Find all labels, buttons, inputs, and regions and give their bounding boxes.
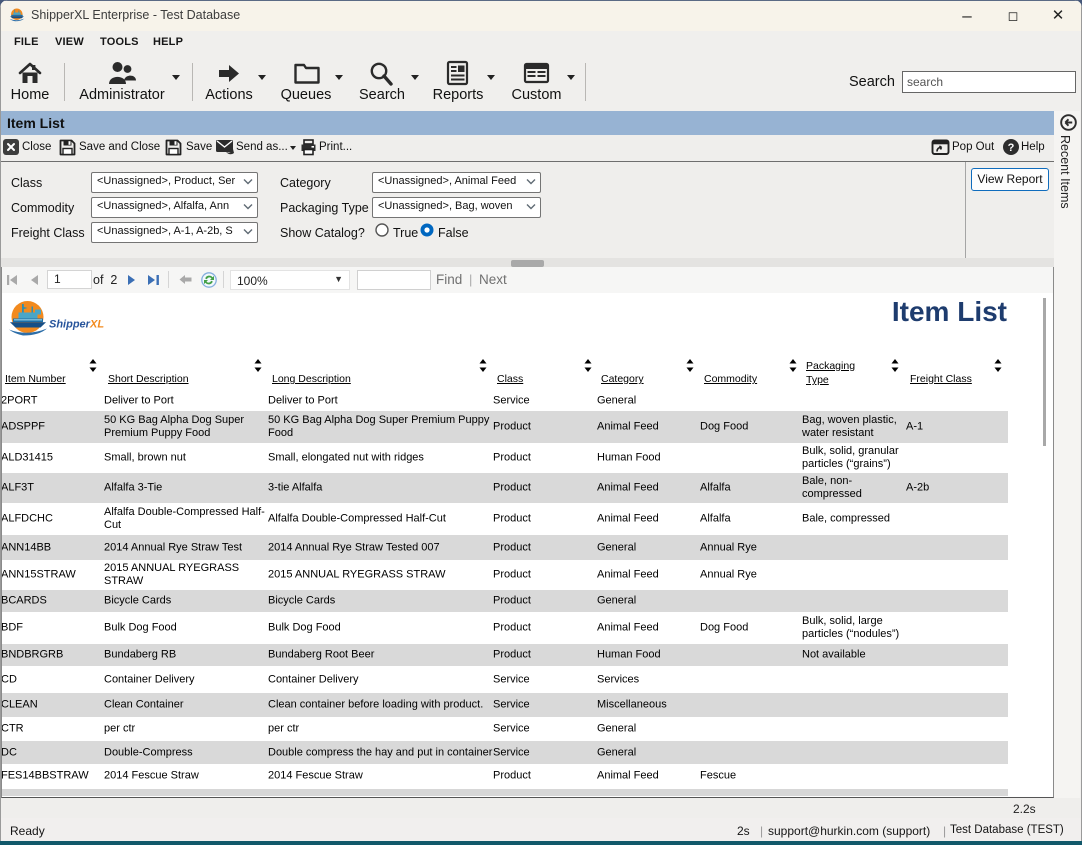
svg-text:XL: XL: [89, 319, 104, 331]
svg-text:Shipper: Shipper: [49, 319, 91, 331]
svg-text:?: ?: [1008, 142, 1015, 154]
